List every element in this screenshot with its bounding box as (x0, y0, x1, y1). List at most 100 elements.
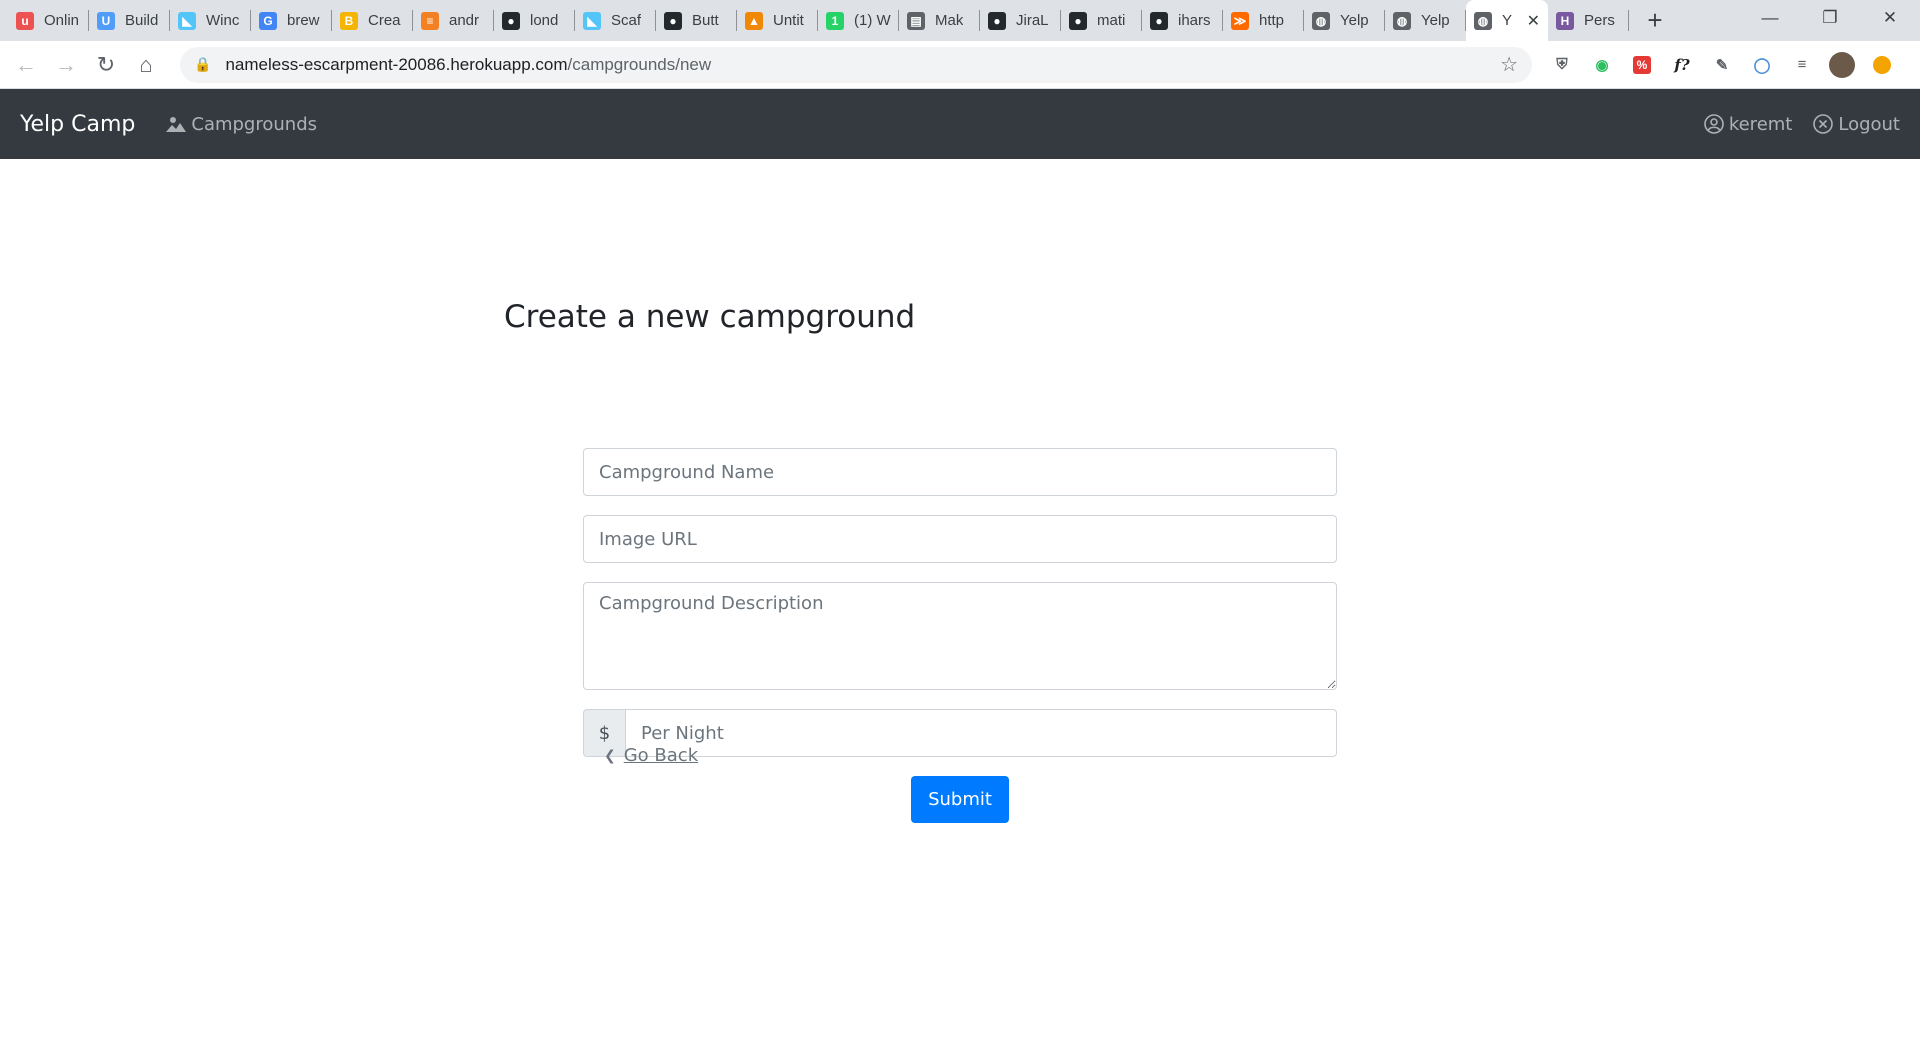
browser-tab[interactable]: ◣ Winc (170, 0, 251, 41)
home-icon[interactable]: ⌂ (126, 45, 166, 85)
whatsapp-icon: 1 (826, 11, 844, 30)
price-input[interactable] (626, 709, 1337, 757)
tab-label: Untit (773, 12, 804, 29)
percent-extension-icon[interactable]: % (1632, 55, 1652, 74)
new-tab-icon[interactable]: + (1635, 0, 1675, 41)
url-host: nameless-escarpment-20086.herokuapp.com (225, 54, 568, 74)
browser-tab[interactable]: H Pers (1548, 0, 1629, 41)
close-circle-icon (1813, 114, 1834, 134)
eyedropper-extension-icon[interactable]: ✎ (1702, 45, 1742, 85)
brand-link[interactable]: Yelp Camp (20, 112, 135, 137)
browser-tab[interactable]: ◣ Scaf (575, 0, 656, 41)
beer-icon: B (340, 11, 358, 30)
update-icon[interactable] (1862, 45, 1902, 85)
close-window-icon[interactable]: ✕ (1860, 0, 1920, 36)
tab-label: Mak (935, 12, 964, 29)
udemy-icon: u (16, 11, 34, 30)
tab-label: Scaf (611, 12, 642, 29)
tab-label: Pers (1584, 12, 1615, 29)
tab-label: andr (449, 12, 480, 29)
sync-extension-icon[interactable]: ◯ (1742, 45, 1782, 85)
address-bar[interactable]: 🔒 nameless-escarpment-20086.herokuapp.co… (180, 46, 1532, 83)
new-campground-form: $ Submit (583, 448, 1337, 823)
browser-tab[interactable]: ◍ Yelp (1304, 0, 1385, 41)
profile-avatar[interactable] (1822, 45, 1862, 85)
tab-label: Onlin (44, 12, 80, 29)
browser-tab[interactable]: ≫ http (1223, 0, 1304, 41)
document-icon: ▤ (907, 11, 925, 30)
tab-label: mati (1097, 12, 1126, 29)
lock-icon: 🔒 (194, 56, 212, 72)
app-navbar: Yelp Camp Campgrounds keremt Logout (0, 89, 1920, 159)
tab-label: Butt (692, 12, 719, 29)
logout-link[interactable]: Logout (1812, 113, 1900, 135)
campgrounds-label: Campgrounds (191, 113, 317, 135)
browser-tab[interactable]: ● Butt (656, 0, 737, 41)
browser-tab[interactable]: 1 (1) W (818, 0, 899, 41)
forward-icon[interactable]: → (46, 45, 86, 85)
globe-icon: ◍ (1474, 11, 1492, 30)
tab-label: JiraL (1016, 12, 1049, 29)
tab-list: u Onlin U Build ◣ Winc Gbrew B Crea ≡ andr ● lond ◣ Sc… (0, 0, 1675, 41)
chevron-left-icon: ❮ (604, 747, 616, 764)
webflow-icon: U (97, 11, 115, 30)
browser-tab[interactable]: ▤ Mak (899, 0, 980, 41)
tab-label: ihars (1178, 12, 1211, 29)
evernote-extension-icon[interactable]: ◉ (1582, 45, 1622, 85)
tab-label: Yelp (1421, 12, 1450, 29)
campground-description-input[interactable] (583, 582, 1337, 690)
formula-extension-icon[interactable]: f? (1662, 45, 1702, 85)
browser-toolbar: ← → ↻ ⌂ 🔒 nameless-escarpment-20086.hero… (0, 41, 1920, 89)
browser-tab[interactable]: ≡ andr (413, 0, 494, 41)
globe-icon: ◍ (1393, 11, 1411, 30)
tab-label: Crea (368, 12, 401, 29)
user-link[interactable]: keremt (1703, 113, 1793, 135)
image-url-input[interactable] (583, 515, 1337, 563)
browser-tab[interactable]: ● lond (494, 0, 575, 41)
tab-label: brew (287, 12, 320, 29)
minimize-icon[interactable]: — (1740, 0, 1800, 36)
logout-label: Logout (1838, 113, 1900, 135)
browser-tab[interactable]: ● ihars (1142, 0, 1223, 41)
reload-icon[interactable]: ↻ (86, 45, 126, 85)
browser-tab-strip: u Onlin U Build ◣ Winc Gbrew B Crea ≡ andr ● lond ◣ Sc… (0, 0, 1920, 41)
browser-tab[interactable]: B Crea (332, 0, 413, 41)
browser-tab[interactable]: ▲ Untit (737, 0, 818, 41)
browser-tab[interactable]: ● JiraL (980, 0, 1061, 41)
campgrounds-link[interactable]: Campgrounds (165, 114, 317, 135)
media-control-icon[interactable]: ≡ (1782, 45, 1822, 85)
page-title: Create a new campground (504, 299, 916, 335)
browser-tab[interactable]: ◍ Y ✕ (1466, 0, 1548, 41)
github-icon: ● (502, 11, 520, 30)
campground-name-input[interactable] (583, 448, 1337, 496)
back-icon[interactable]: ← (6, 45, 46, 85)
flutter-icon: ◣ (583, 11, 601, 30)
window-controls: — ❐ ✕ (1740, 0, 1920, 36)
submit-wrapper: Submit (583, 776, 1337, 823)
browser-tab[interactable]: Gbrew (251, 0, 332, 41)
github-icon: ● (664, 11, 682, 30)
restore-icon[interactable]: ❐ (1800, 0, 1860, 36)
extensions-bar: ⛨ ◉ % f? ✎ ◯ ≡ (1542, 45, 1902, 85)
tab-label: Yelp (1340, 12, 1369, 29)
browser-tab[interactable]: ◍ Yelp (1385, 0, 1466, 41)
bookmark-star-icon[interactable]: ☆ (1500, 52, 1518, 77)
submit-button[interactable]: Submit (911, 776, 1009, 823)
browser-tab[interactable]: U Build (89, 0, 170, 41)
drawio-icon: ▲ (745, 11, 763, 30)
github-icon: ● (988, 11, 1006, 30)
browser-tab[interactable]: ● mati (1061, 0, 1142, 41)
shield-extension-icon[interactable]: ⛨ (1542, 45, 1582, 85)
go-back-label: Go Back (623, 745, 699, 766)
bolt-icon: ≫ (1231, 11, 1249, 30)
browser-tab[interactable]: u Onlin (8, 0, 89, 41)
tab-label: Winc (206, 12, 240, 29)
go-back-link[interactable]: ❮ Go Back (604, 745, 698, 766)
image-icon (166, 117, 187, 132)
github-icon: ● (1069, 11, 1087, 30)
stackoverflow-icon: ≡ (421, 11, 439, 30)
close-tab-icon[interactable]: ✕ (1527, 11, 1540, 31)
tab-label: lond (530, 12, 559, 29)
url-path: /campgrounds/new (567, 54, 712, 74)
username-label: keremt (1728, 113, 1793, 135)
